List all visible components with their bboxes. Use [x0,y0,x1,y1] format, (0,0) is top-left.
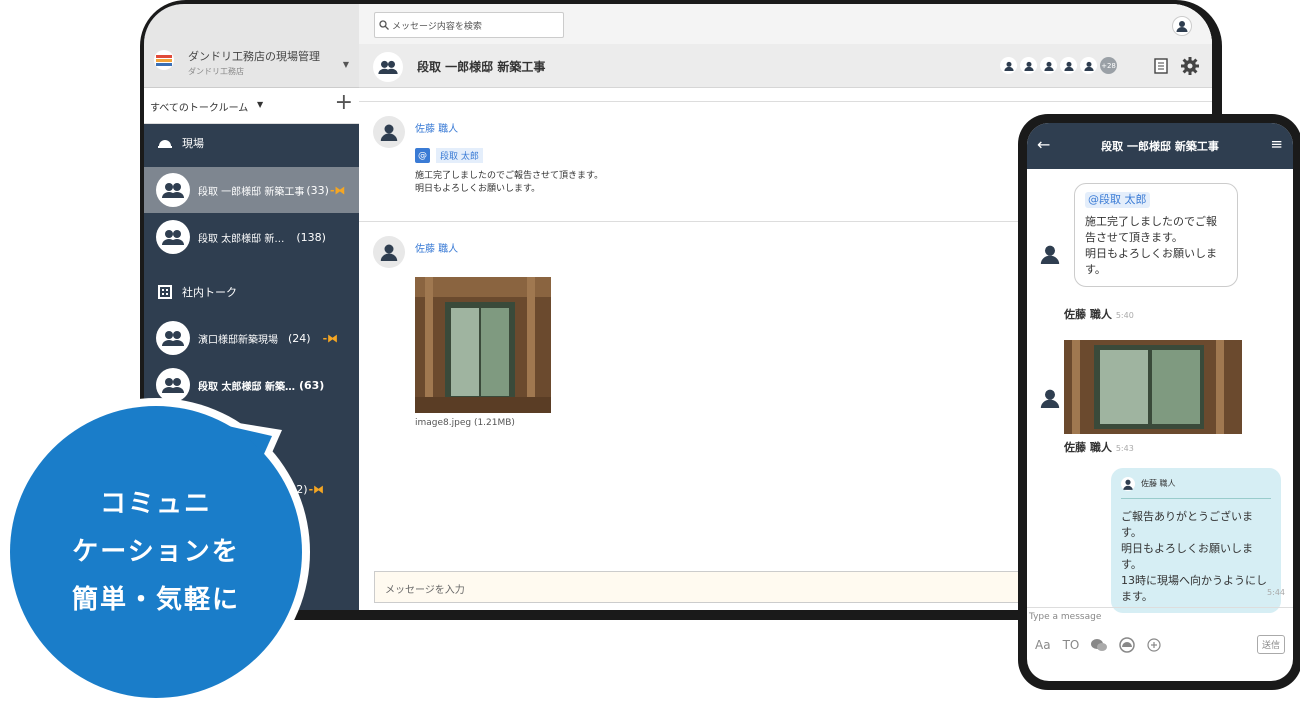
org-subtitle: ダンドリ工務店 [188,67,244,76]
org-logo-icon [154,50,174,70]
callout-line: ケーションを [72,537,240,567]
mention: @ 段取 太郎 [415,148,483,163]
unread-count: (24) [288,331,311,345]
helmet-icon[interactable] [1119,636,1136,653]
menu-icon[interactable]: ≡ [1270,135,1283,153]
member-avatar-icon [1080,57,1097,74]
divider [359,101,1212,102]
member-avatar-icon [1000,57,1017,74]
message-input-placeholder: メッセージを入力 [385,585,465,596]
user-avatar-icon[interactable] [1172,16,1192,36]
sidebar-item-room[interactable]: 段取 一郎様邸 新築工事 (33) -⧓ [144,167,359,213]
file-caption[interactable]: image8.jpeg (1.21MB) [415,418,515,428]
phone-message-input[interactable]: Type a message [1027,607,1293,626]
phone-reply-text: ご報告ありがとうございます。 明日もよろしくお願いします。 13時に現場へ向かう… [1121,510,1267,603]
user-avatar-icon[interactable] [373,236,405,268]
room-filter[interactable]: すべてのトークルーム ▼ + [144,88,359,124]
phone-header: ← 段取 一郎様邸 新築工事 ≡ [1027,123,1293,169]
phone-message-text: 施工完了しましたのでご報告させて頂きます。 明日もよろしくお願いします。 [1085,215,1217,276]
phone-toolbar: Aa TO 送信 [1035,635,1285,654]
phone-reply-time: 5:44 [1267,588,1285,597]
org-name: ダンドリ工務店の現場管理 [188,50,320,63]
user-avatar-icon[interactable] [373,116,405,148]
phone-attached-photo[interactable] [1064,340,1242,434]
room-label: 段取 一郎様邸 新築工事 [198,186,305,198]
unread-count: (63) [298,378,325,392]
pin-icon[interactable]: -⧓ [309,483,325,496]
group-avatar-icon [156,220,190,254]
to-button[interactable]: TO [1063,638,1080,652]
add-circle-icon[interactable] [1147,637,1161,652]
building-icon [158,285,172,299]
sender-name[interactable]: 佐藤 職人 [415,240,458,255]
member-avatar-icon [1040,57,1057,74]
document-icon[interactable] [1154,58,1168,74]
sender-name[interactable]: 佐藤 職人 [415,120,458,135]
send-button[interactable]: 送信 [1256,635,1285,654]
phone-screen: ← 段取 一郎様邸 新築工事 ≡ @段取 太郎 施工完了しましたのでご報告させて… [1027,123,1293,681]
at-icon: @ [415,148,430,163]
member-avatar-icon [1060,57,1077,74]
group-label: 社内トーク [182,286,237,299]
phone-time: 5:40 [1115,311,1134,320]
member-more-badge[interactable]: +28 [1100,57,1117,74]
sidebar-item-room[interactable]: 濱口様邸新築現場 (24) -⧓ [144,315,359,361]
org-switcher[interactable]: ダンドリ工務店の現場管理 ダンドリ工務店 ▼ [144,4,359,88]
phone-time: 5:43 [1115,444,1134,453]
search-placeholder: メッセージ内容を検索 [392,21,482,32]
group-avatar-icon [156,173,190,207]
mention-name[interactable]: 段取 太郎 [436,148,483,163]
member-avatar-icon [1020,57,1037,74]
phone-device: ← 段取 一郎様邸 新築工事 ≡ @段取 太郎 施工完了しましたのでご報告させて… [1018,114,1300,690]
group-label: 現場 [182,137,204,150]
phone-sender: 佐藤 職人 5:40 [1064,306,1134,322]
unread-count: (138) [296,230,326,244]
user-avatar-icon[interactable] [1037,241,1063,267]
room-title: 段取 一郎様邸 新築工事 [417,60,546,74]
unread-count: (33) [306,183,329,197]
phone-sender: 佐藤 職人 5:43 [1064,439,1134,455]
callout-line: 簡単・気軽に [71,585,240,615]
chevron-down-icon[interactable]: ▼ [343,60,349,69]
room-label: 段取 太郎様邸 新… [198,233,285,245]
room-filter-label: すべてのトークルーム [150,103,249,114]
room-label: 段取 太郎様邸 新築… [198,381,295,393]
sidebar-item-room[interactable]: 段取 太郎様邸 新… (138) [144,214,359,260]
group-avatar-icon [373,52,403,82]
chat-bubbles-icon[interactable] [1091,638,1108,652]
user-avatar-icon[interactable] [1037,385,1063,411]
group-header-company: 社内トーク [158,284,237,300]
phone-mention[interactable]: @段取 太郎 [1085,192,1150,208]
callout-bubble: コミュニ ケーションを 簡単・気軽に [10,406,302,698]
phone-sender-name: 佐藤 職人 [1064,308,1112,321]
search-input[interactable]: メッセージ内容を検索 [374,12,564,38]
pin-icon[interactable]: -⧓ [323,332,339,345]
phone-room-title: 段取 一郎様邸 新築工事 [1101,140,1219,153]
top-bar: メッセージ内容を検索 [359,4,1212,44]
phone-input-placeholder: Type a message [1029,612,1102,622]
font-toggle-button[interactable]: Aa [1035,638,1051,652]
callout-line: コミュニ [99,489,212,519]
phone-reply-bubble: 佐藤 職人 ご報告ありがとうございます。 明日もよろしくお願いします。 13時に… [1111,468,1281,613]
helmet-icon [158,140,172,148]
attached-photo[interactable] [415,277,551,413]
reply-quote[interactable]: 佐藤 職人 [1121,476,1271,499]
search-icon [379,20,389,30]
add-room-button[interactable]: + [335,92,353,114]
chevron-down-icon[interactable]: ▼ [257,100,263,109]
room-header: 段取 一郎様邸 新築工事 +28 [359,44,1212,88]
phone-message-bubble: @段取 太郎 施工完了しましたのでご報告させて頂きます。 明日もよろしくお願いし… [1074,183,1238,287]
message-text: 施工完了しましたのでご報告させて頂きます。 明日もよろしくお願いします。 [415,171,604,194]
pin-icon[interactable]: -⧓ [330,184,346,197]
phone-sender-name: 佐藤 職人 [1064,441,1112,454]
group-header-site: 現場 [158,135,204,151]
gear-icon[interactable] [1180,56,1200,76]
reply-to-name: 佐藤 職人 [1141,479,1176,488]
room-label: 濱口様邸新築現場 [198,334,278,346]
member-list[interactable]: +28 [1000,57,1117,74]
group-avatar-icon [156,321,190,355]
user-avatar-icon [1121,477,1135,491]
group-avatar-icon [156,368,190,402]
